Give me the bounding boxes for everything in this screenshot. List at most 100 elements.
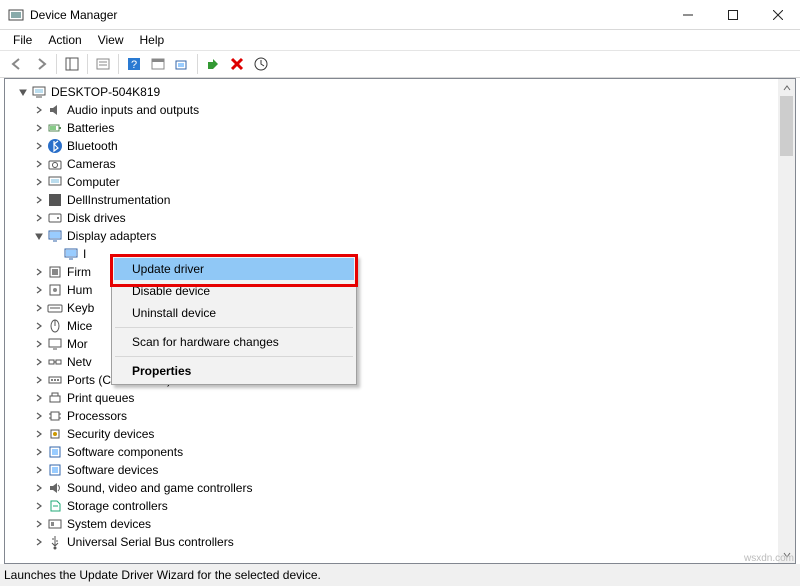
tree-item[interactable]: Software devices	[5, 461, 795, 479]
maximize-button[interactable]	[710, 0, 755, 29]
sw-icon	[47, 444, 63, 460]
mouse-icon	[47, 318, 63, 334]
menu-help[interactable]: Help	[133, 31, 172, 49]
action-button[interactable]	[147, 53, 169, 75]
expand-icon[interactable]	[33, 176, 45, 188]
expand-icon[interactable]	[33, 122, 45, 134]
tree-item[interactable]: Processors	[5, 407, 795, 425]
tree-item[interactable]: Disk drives	[5, 209, 795, 227]
properties-button[interactable]	[92, 53, 114, 75]
window-title: Device Manager	[30, 8, 665, 22]
tree-root[interactable]: DESKTOP-504K819	[5, 83, 795, 101]
expand-icon[interactable]	[33, 212, 45, 224]
tree-item-label: DellInstrumentation	[67, 193, 170, 207]
tree-item[interactable]: Display adapters	[5, 227, 795, 245]
close-button[interactable]	[755, 0, 800, 29]
expand-icon[interactable]	[33, 302, 45, 314]
expand-icon[interactable]	[33, 266, 45, 278]
tree-item-label: Bluetooth	[67, 139, 118, 153]
firmware-icon	[47, 264, 63, 280]
tree-item[interactable]: Universal Serial Bus controllers	[5, 533, 795, 551]
battery-icon	[47, 120, 63, 136]
printer-icon	[47, 390, 63, 406]
scroll-up-icon[interactable]	[778, 79, 795, 96]
back-button[interactable]	[6, 53, 28, 75]
context-scan-hardware[interactable]: Scan for hardware changes	[114, 331, 354, 353]
tree-item[interactable]: Sound, video and game controllers	[5, 479, 795, 497]
menu-view[interactable]: View	[91, 31, 131, 49]
tree-item-label: Sound, video and game controllers	[67, 481, 252, 495]
expand-icon[interactable]	[33, 464, 45, 476]
network-icon	[47, 354, 63, 370]
menu-file[interactable]: File	[6, 31, 39, 49]
collapse-icon[interactable]	[17, 86, 29, 98]
expand-icon[interactable]	[33, 518, 45, 530]
tree-item[interactable]: Storage controllers	[5, 497, 795, 515]
tree-item-label: Security devices	[67, 427, 154, 441]
help-button[interactable]: ?	[123, 53, 145, 75]
update-driver-button[interactable]	[250, 53, 272, 75]
menu-action[interactable]: Action	[41, 31, 88, 49]
tree-item-label: Universal Serial Bus controllers	[67, 535, 234, 549]
expand-icon[interactable]	[33, 320, 45, 332]
display-icon	[63, 246, 79, 262]
expand-icon[interactable]	[33, 338, 45, 350]
tree-item-label: System devices	[67, 517, 151, 531]
forward-button[interactable]	[30, 53, 52, 75]
context-update-driver[interactable]: Update driver	[114, 258, 354, 280]
tree-item-label: Print queues	[67, 391, 134, 405]
vertical-scrollbar[interactable]	[778, 79, 795, 563]
scroll-thumb[interactable]	[780, 96, 793, 156]
minimize-button[interactable]	[665, 0, 710, 29]
expand-icon[interactable]	[33, 140, 45, 152]
tree-item-label: Software devices	[67, 463, 158, 477]
computer-icon	[31, 84, 47, 100]
disk-icon	[47, 210, 63, 226]
expand-icon[interactable]	[33, 482, 45, 494]
display-icon	[47, 228, 63, 244]
usb-icon	[47, 534, 63, 550]
tree-item[interactable]: Software components	[5, 443, 795, 461]
expand-icon[interactable]	[33, 500, 45, 512]
toolbar-separator	[197, 54, 198, 74]
context-disable-device[interactable]: Disable device	[114, 280, 354, 302]
tree-item-label: Netv	[67, 355, 92, 369]
tree-item[interactable]: DellInstrumentation	[5, 191, 795, 209]
expand-icon[interactable]	[33, 356, 45, 368]
tree-item[interactable]: Cameras	[5, 155, 795, 173]
tree-item[interactable]: Batteries	[5, 119, 795, 137]
tree-item-label: Keyb	[67, 301, 94, 315]
tree-item[interactable]: System devices	[5, 515, 795, 533]
scan-button[interactable]	[171, 53, 193, 75]
statusbar-text: Launches the Update Driver Wizard for th…	[4, 568, 321, 582]
bluetooth-icon	[47, 138, 63, 154]
sw-icon	[47, 462, 63, 478]
tree-item[interactable]: Security devices	[5, 425, 795, 443]
expand-icon[interactable]	[33, 392, 45, 404]
expand-icon[interactable]	[33, 446, 45, 458]
show-hide-tree-button[interactable]	[61, 53, 83, 75]
device-tree[interactable]: DESKTOP-504K819 Audio inputs and outputs…	[5, 79, 795, 563]
collapse-icon[interactable]	[33, 230, 45, 242]
expand-icon[interactable]	[33, 194, 45, 206]
tree-item[interactable]: Print queues	[5, 389, 795, 407]
tree-item[interactable]: Bluetooth	[5, 137, 795, 155]
computer-icon	[47, 174, 63, 190]
audio-icon	[47, 102, 63, 118]
expand-icon[interactable]	[33, 284, 45, 296]
expand-icon[interactable]	[33, 158, 45, 170]
expand-icon[interactable]	[33, 374, 45, 386]
context-properties[interactable]: Properties	[114, 360, 354, 382]
sound-icon	[47, 480, 63, 496]
tree-item-label: Mor	[67, 337, 88, 351]
expand-icon[interactable]	[33, 536, 45, 548]
context-uninstall-device[interactable]: Uninstall device	[114, 302, 354, 324]
expand-icon[interactable]	[33, 428, 45, 440]
tree-item[interactable]: Computer	[5, 173, 795, 191]
expand-icon[interactable]	[33, 410, 45, 422]
tree-item[interactable]: Audio inputs and outputs	[5, 101, 795, 119]
expand-icon[interactable]	[33, 104, 45, 116]
enable-button[interactable]	[202, 53, 224, 75]
uninstall-button[interactable]	[226, 53, 248, 75]
titlebar: Device Manager	[0, 0, 800, 30]
